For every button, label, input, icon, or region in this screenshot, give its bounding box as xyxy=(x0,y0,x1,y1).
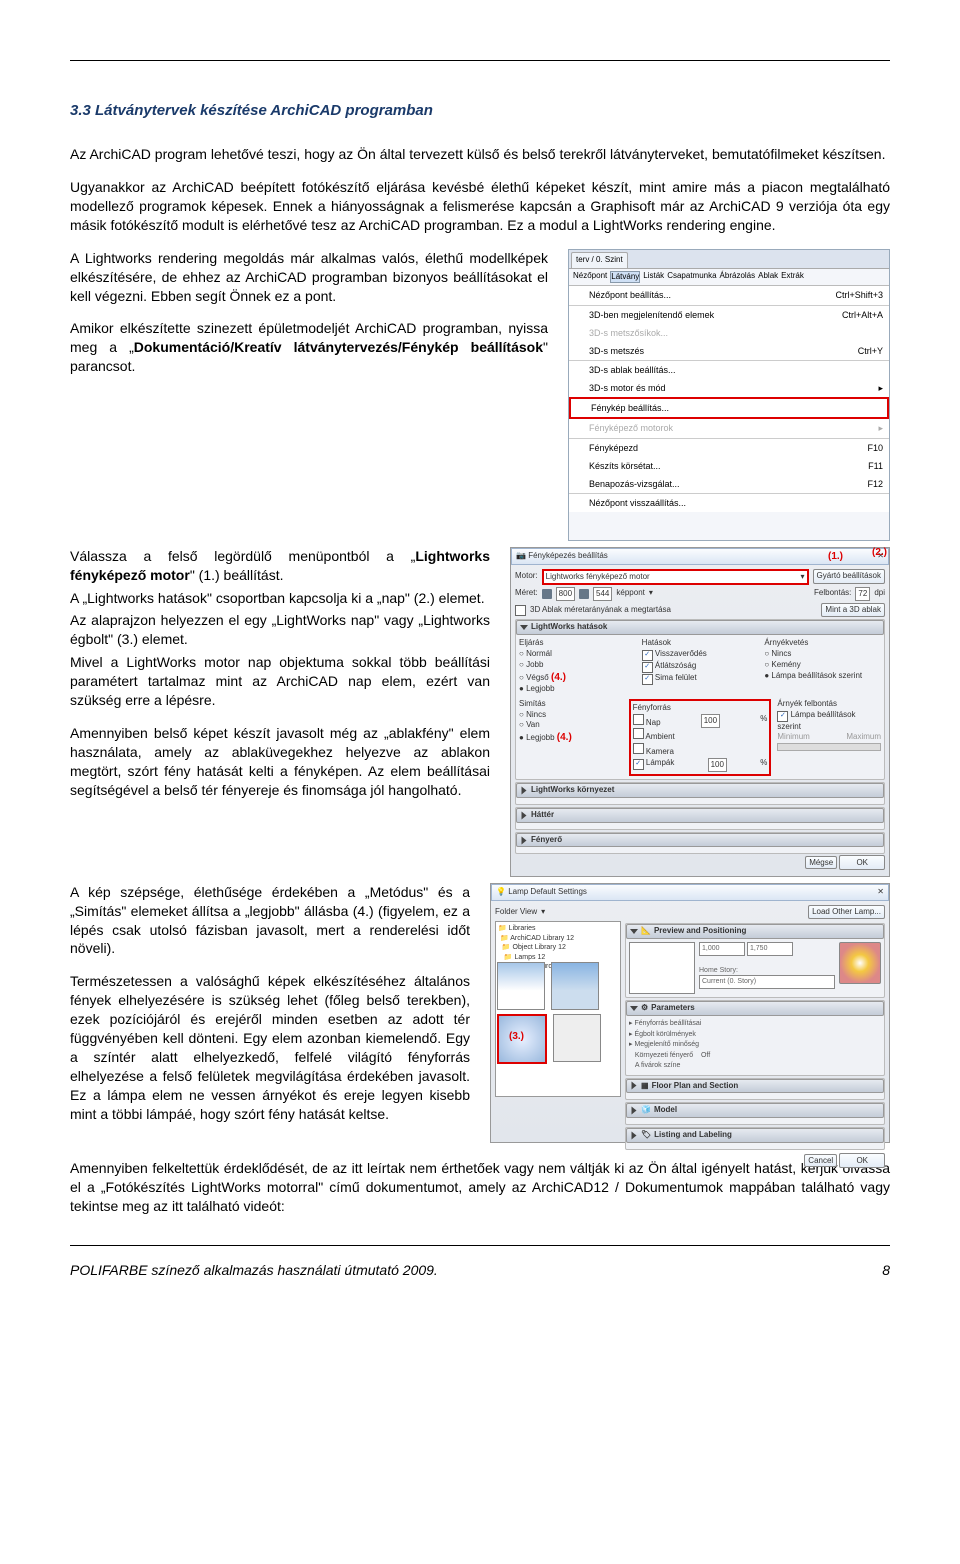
paragraph: Válassza a felső legördülő menüpontból a… xyxy=(70,547,490,585)
annotation-3: (3.) xyxy=(509,1030,524,1044)
paragraph: Amennyiben felkeltettük érdeklődését, de… xyxy=(70,1159,890,1216)
menu-item: Nézőpont beállítás...Ctrl+Shift+3 xyxy=(569,286,889,304)
menu-item-highlighted: Fénykép beállítás... xyxy=(569,397,889,419)
page-bottom-rule xyxy=(70,1245,890,1246)
ok-button: OK xyxy=(839,855,885,870)
close-icon: ✕ xyxy=(877,887,884,898)
annotation-4b: (4.) xyxy=(557,732,572,743)
paragraph: Mivel a LightWorks motor nap objektuma s… xyxy=(70,653,490,710)
cancel-button: Mégse xyxy=(805,856,837,869)
window-tab-row: terv / 0. Szint xyxy=(569,250,889,269)
paragraph: A kép szépsége, élethűsége érdekében a „… xyxy=(70,883,470,959)
paragraph: Az alaprajzon helyezzen el egy „LightWor… xyxy=(70,611,490,649)
cancel-button: Cancel xyxy=(804,1154,837,1167)
ok-button: OK xyxy=(839,1153,885,1168)
paragraph: Amikor elkészítette szinezett épületmode… xyxy=(70,319,548,376)
tab: terv / 0. Szint xyxy=(571,252,628,268)
page-footer: POLIFARBE színező alkalmazás használati … xyxy=(70,1261,890,1280)
paragraph: Amennyiben belső képet készít javasolt m… xyxy=(70,724,490,800)
annotation-2: (2.) xyxy=(872,546,887,560)
annotation-4a: (4.) xyxy=(551,672,566,683)
annotation-1: (1.) xyxy=(828,550,843,564)
screenshot-render-settings-dialog: 📷 Fényképezés beállítás✕ (1.) Motor: Lig… xyxy=(510,547,890,877)
light-sources-group: (2.) Fényforrás Nap100 % Ambient Kamera … xyxy=(629,699,772,776)
page-top-rule xyxy=(70,60,890,61)
paragraph: A Lightworks rendering megoldás már alka… xyxy=(70,249,548,306)
motor-dropdown: Lightworks fényképező motor ▾ xyxy=(542,569,809,585)
paragraph: Az ArchiCAD program lehetővé teszi, hogy… xyxy=(70,145,890,164)
section-heading: 3.3 Látványtervek készítése ArchiCAD pro… xyxy=(70,101,890,121)
paragraph: Ugyanakkor az ArchiCAD beépített fotókés… xyxy=(70,178,890,235)
screenshot-menu-panel: terv / 0. Szint Nézőpont Látvány Listák … xyxy=(568,249,890,541)
page-number: 8 xyxy=(882,1261,890,1280)
paragraph: A „Lightworks hatások" csoportban kapcso… xyxy=(70,589,490,608)
footer-title: POLIFARBE színező alkalmazás használati … xyxy=(70,1261,438,1280)
paragraph: Természetessen a valósághű képek elkészí… xyxy=(70,972,470,1123)
screenshot-lamp-settings-dialog: 💡 Lamp Default Settings✕ Folder View▾ Lo… xyxy=(490,883,890,1143)
